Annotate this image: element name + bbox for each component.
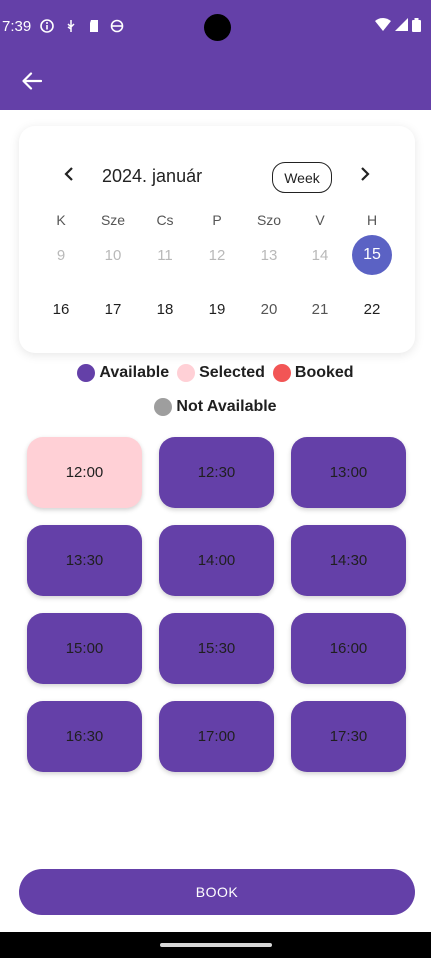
selected-dot <box>177 364 196 382</box>
weekday-label: K <box>56 212 66 228</box>
camera-cutout <box>204 14 231 41</box>
time-slot[interactable]: 15:00 <box>27 613 142 684</box>
back-button[interactable] <box>14 69 50 97</box>
calendar-day[interactable]: 14 <box>300 235 340 275</box>
legend-row-2: Not Available <box>0 398 431 416</box>
not-available-dot <box>154 398 173 416</box>
calendar-day[interactable]: 11 <box>145 235 185 275</box>
app-bar <box>0 56 431 110</box>
usb-icon <box>64 19 78 33</box>
calendar-day[interactable]: 20 <box>249 289 289 329</box>
calendar-day[interactable]: 16 <box>41 289 81 329</box>
time-slot[interactable]: 16:00 <box>291 613 406 684</box>
weekday-label: P <box>212 212 222 228</box>
weekday-label: V <box>315 212 325 228</box>
calendar-day[interactable]: 12 <box>197 235 237 275</box>
calendar-day[interactable]: 9 <box>41 235 81 275</box>
available-dot <box>77 364 96 382</box>
battery-icon <box>412 18 421 37</box>
chevron-left-icon <box>64 166 74 186</box>
status-time: 7:39 <box>2 18 32 35</box>
calendar-day[interactable]: 19 <box>197 289 237 329</box>
time-slot[interactable]: 13:30 <box>27 525 142 596</box>
legend-label: Not Available <box>176 398 277 415</box>
legend-booked: Booked <box>272 364 354 382</box>
booked-dot <box>272 364 291 382</box>
time-slot[interactable]: 16:30 <box>27 701 142 772</box>
chevron-right-icon <box>360 166 370 186</box>
week-view-button[interactable]: Week <box>272 162 332 193</box>
arrow-left-icon <box>22 71 43 95</box>
time-slot[interactable]: 14:30 <box>291 525 406 596</box>
legend: Available Selected Booked <box>0 364 431 382</box>
calendar-day[interactable]: 13 <box>249 235 289 275</box>
time-slot[interactable]: 14:00 <box>159 525 274 596</box>
weekday-label: Szo <box>256 212 282 228</box>
legend-label: Available <box>99 364 170 381</box>
home-gesture-handle[interactable] <box>160 943 272 947</box>
sd-card-icon <box>87 19 101 33</box>
weekday-label: H <box>366 212 378 228</box>
time-slot[interactable]: 12:30 <box>159 437 274 508</box>
sync-icon <box>110 19 124 33</box>
wifi-icon <box>375 18 391 37</box>
month-label: 2024. január <box>102 166 203 186</box>
calendar-day[interactable]: 10 <box>93 235 133 275</box>
calendar-day[interactable]: 18 <box>145 289 185 329</box>
time-slot[interactable]: 15:30 <box>159 613 274 684</box>
time-slot[interactable]: 13:00 <box>291 437 406 508</box>
calendar-day[interactable]: 17 <box>93 289 133 329</box>
time-slot[interactable]: 17:30 <box>291 701 406 772</box>
next-month-button[interactable] <box>354 164 376 188</box>
time-slot[interactable]: 17:00 <box>159 701 274 772</box>
weekday-label: Sze <box>100 212 126 228</box>
calendar-day[interactable]: 21 <box>300 289 340 329</box>
status-bar: 7:39 <box>0 0 431 56</box>
legend-available: Available <box>77 364 169 382</box>
calendar-day[interactable]: 22 <box>352 289 392 329</box>
legend-label: Selected <box>199 364 265 381</box>
legend-label: Booked <box>294 364 354 381</box>
calendar-card: 2024. január Week K Sze Cs P Szo V H 9 1… <box>19 126 415 353</box>
calendar-day-selected[interactable]: 15 <box>352 235 392 275</box>
info-icon <box>40 19 54 33</box>
weekday-label: Cs <box>156 212 174 228</box>
signal-icon <box>395 18 408 37</box>
time-slot[interactable]: 12:00 <box>27 437 142 508</box>
legend-not-available: Not Available <box>154 398 277 416</box>
book-button[interactable]: BOOK <box>19 869 415 915</box>
prev-month-button[interactable] <box>58 164 80 188</box>
legend-selected: Selected <box>177 364 265 382</box>
